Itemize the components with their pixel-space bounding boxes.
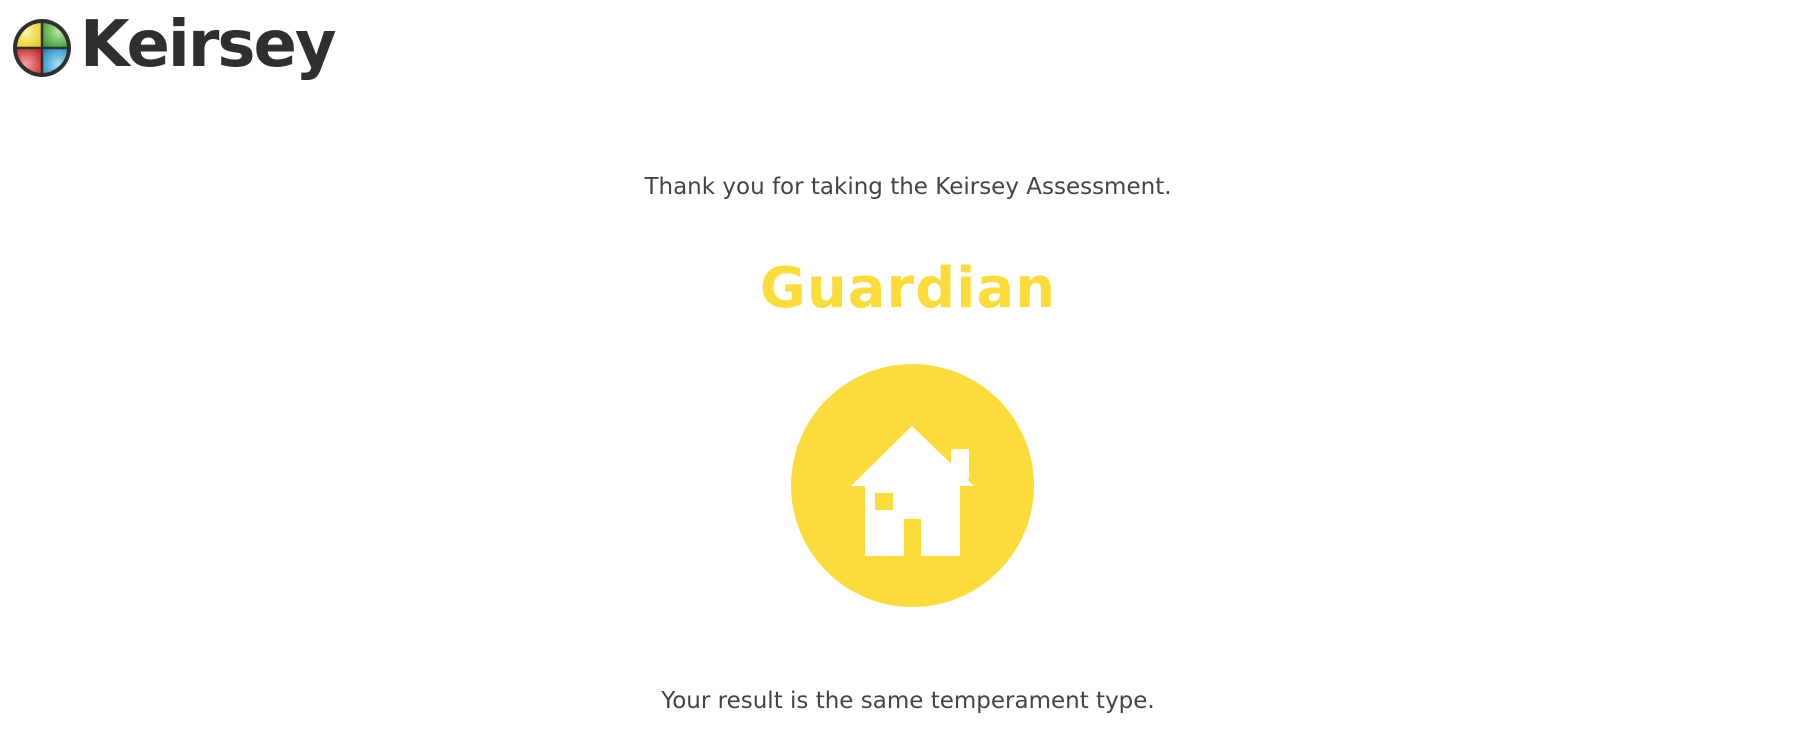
temperament-badge <box>791 364 1034 607</box>
result-section: Thank you for taking the Keirsey Assessm… <box>0 0 1816 741</box>
thanks-message: Thank you for taking the Keirsey Assessm… <box>644 174 1172 200</box>
temperament-title: Guardian <box>759 256 1057 321</box>
result-note: Your result is the same temperament type… <box>661 688 1155 714</box>
house-icon <box>851 426 974 556</box>
page: Keirsey Thank you for taking the Keirsey… <box>0 0 1816 741</box>
